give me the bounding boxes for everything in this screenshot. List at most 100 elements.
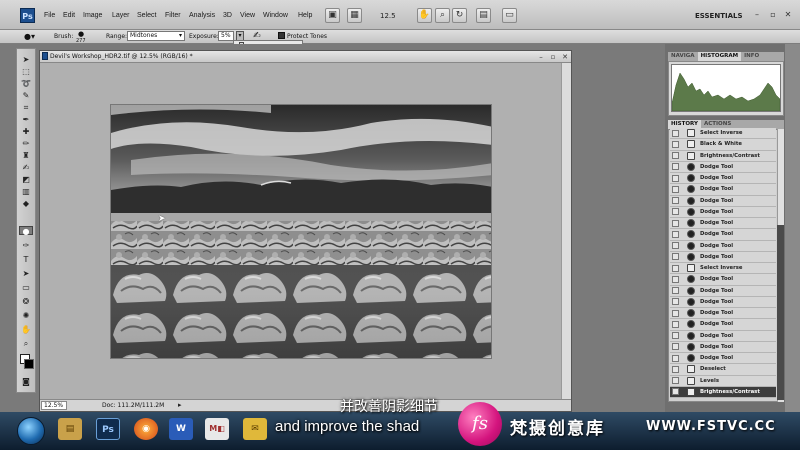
hand-tool-icon[interactable]: ✋ — [417, 8, 432, 23]
crop-tool-icon[interactable]: ⌗ — [19, 103, 33, 112]
rotate-view-icon[interactable]: ↻ — [452, 8, 467, 23]
workspace-switcher[interactable]: ESSENTIALS — [695, 12, 743, 20]
history-source-checkbox[interactable] — [672, 174, 679, 182]
history-source-checkbox[interactable] — [672, 298, 679, 306]
history-item[interactable]: Dodge Tool — [670, 353, 776, 365]
menu-layer[interactable]: Layer — [112, 12, 130, 19]
outlook-icon[interactable]: ✉ — [243, 418, 267, 440]
doc-minimize-icon[interactable]: – — [536, 52, 546, 62]
path-selection-tool-icon[interactable]: ➤ — [19, 269, 33, 278]
move-tool-icon[interactable]: ➤ — [19, 55, 33, 64]
history-source-checkbox[interactable] — [672, 140, 679, 148]
history-source-checkbox[interactable] — [672, 163, 679, 171]
range-select[interactable]: Midtones ▾ — [127, 31, 185, 41]
history-source-checkbox[interactable] — [672, 242, 679, 250]
history-source-checkbox[interactable] — [672, 253, 679, 261]
history-item[interactable]: Dodge Tool — [670, 296, 776, 308]
3d-orbit-tool-icon[interactable]: ✺ — [19, 311, 33, 320]
type-tool-icon[interactable]: T — [19, 255, 33, 264]
dodge-tool-icon[interactable]: ● — [19, 226, 33, 236]
history-source-checkbox[interactable] — [672, 388, 679, 396]
start-button[interactable] — [17, 417, 45, 445]
history-item[interactable]: Brightness/Contrast — [670, 386, 776, 398]
history-source-checkbox[interactable] — [672, 354, 679, 362]
history-item[interactable]: Select Inverse — [670, 263, 776, 275]
firefox-icon[interactable]: ◉ — [134, 418, 158, 440]
hand-tool-panel-icon[interactable]: ✋ — [19, 325, 33, 334]
history-item[interactable]: Dodge Tool — [670, 195, 776, 207]
menu-analysis[interactable]: Analysis — [189, 12, 215, 19]
history-item[interactable]: Dodge Tool — [670, 218, 776, 230]
minimize-icon[interactable]: – — [752, 10, 762, 20]
gradient-tool-icon[interactable]: ▥ — [19, 187, 33, 196]
history-source-checkbox[interactable] — [672, 343, 679, 351]
brush-tool-icon[interactable]: ✏ — [19, 139, 33, 148]
clone-stamp-tool-icon[interactable]: ♜ — [19, 151, 33, 160]
history-source-checkbox[interactable] — [672, 309, 679, 317]
menu-edit[interactable]: Edit — [63, 12, 75, 19]
tab-info[interactable]: INFO — [741, 52, 762, 61]
arrange-documents-icon[interactable]: ▤ — [476, 8, 491, 23]
menu-view[interactable]: View — [240, 12, 255, 19]
history-source-checkbox[interactable] — [672, 365, 679, 373]
history-source-checkbox[interactable] — [672, 320, 679, 328]
dodge-tool-preset-icon[interactable]: ●▾ — [24, 32, 40, 42]
zoom-tool-panel-icon[interactable]: ⌕ — [19, 339, 33, 348]
quick-mask-icon[interactable]: ◙ — [19, 377, 33, 386]
menu-3d[interactable]: 3D — [223, 12, 232, 19]
history-item[interactable]: Dodge Tool — [670, 285, 776, 297]
restore-icon[interactable]: ▫ — [768, 10, 778, 20]
history-item[interactable]: Black & White — [670, 139, 776, 151]
history-source-checkbox[interactable] — [672, 208, 679, 216]
menu-select[interactable]: Select — [137, 12, 156, 19]
history-source-checkbox[interactable] — [672, 264, 679, 272]
photoshop-taskbar-icon[interactable]: Ps — [96, 418, 120, 440]
mini-bridge-icon[interactable]: ▦ — [347, 8, 362, 23]
history-item[interactable]: Dodge Tool — [670, 240, 776, 252]
history-item[interactable]: Dodge Tool — [670, 308, 776, 320]
tab-histogram[interactable]: HISTOGRAM — [697, 52, 742, 61]
tab-navigator[interactable]: NAVIGA — [668, 52, 698, 61]
quick-select-tool-icon[interactable]: ✎ — [19, 91, 33, 100]
history-source-checkbox[interactable] — [672, 275, 679, 283]
history-source-checkbox[interactable] — [672, 287, 679, 295]
close-icon[interactable]: ✕ — [783, 10, 793, 20]
pen-tool-icon[interactable]: ✑ — [19, 241, 33, 250]
zoom-level[interactable]: 12.5 — [380, 12, 396, 20]
background-color-swatch[interactable] — [24, 359, 34, 369]
history-source-checkbox[interactable] — [672, 129, 679, 137]
eraser-tool-icon[interactable]: ◩ — [19, 175, 33, 184]
windows-explorer-icon[interactable]: ▤ — [58, 418, 82, 440]
3d-rotate-tool-icon[interactable]: ❂ — [19, 297, 33, 306]
history-item[interactable]: Deselect — [670, 364, 776, 376]
history-brush-tool-icon[interactable]: ✍ — [19, 163, 33, 172]
history-source-checkbox[interactable] — [672, 197, 679, 205]
history-item[interactable]: Dodge Tool — [670, 229, 776, 241]
history-source-checkbox[interactable] — [672, 230, 679, 238]
history-item[interactable]: Dodge Tool — [670, 319, 776, 331]
history-source-checkbox[interactable] — [672, 185, 679, 193]
healing-brush-tool-icon[interactable]: ✚ — [19, 127, 33, 136]
brush-picker-icon[interactable]: ● — [78, 30, 84, 38]
history-source-checkbox[interactable] — [672, 219, 679, 227]
history-item[interactable]: Brightness/Contrast — [670, 150, 776, 162]
history-item[interactable]: Select Inverse — [670, 128, 776, 140]
history-item[interactable]: Dodge Tool — [670, 251, 776, 263]
menu-file[interactable]: File — [44, 12, 55, 19]
history-source-checkbox[interactable] — [672, 152, 679, 160]
exposure-input[interactable]: 5% — [218, 31, 234, 41]
doc-close-icon[interactable]: ✕ — [560, 52, 570, 62]
protect-tones-checkbox[interactable] — [278, 32, 285, 39]
history-source-checkbox[interactable] — [672, 377, 679, 385]
menu-window[interactable]: Window — [263, 12, 288, 19]
history-item[interactable]: Levels — [670, 375, 776, 387]
blur-tool-icon[interactable]: ◆ — [19, 199, 33, 208]
history-item[interactable]: Dodge Tool — [670, 173, 776, 185]
bridge-icon[interactable]: ▣ — [325, 8, 340, 23]
document-zoom-field[interactable]: 12.5% — [41, 401, 67, 410]
history-item[interactable]: Dodge Tool — [670, 274, 776, 286]
word-icon[interactable]: W — [169, 418, 193, 440]
marquee-tool-icon[interactable]: ⬚ — [19, 67, 33, 76]
lasso-tool-icon[interactable]: ➰ — [19, 79, 33, 88]
zoom-tool-icon[interactable]: ⌕ — [435, 8, 450, 23]
